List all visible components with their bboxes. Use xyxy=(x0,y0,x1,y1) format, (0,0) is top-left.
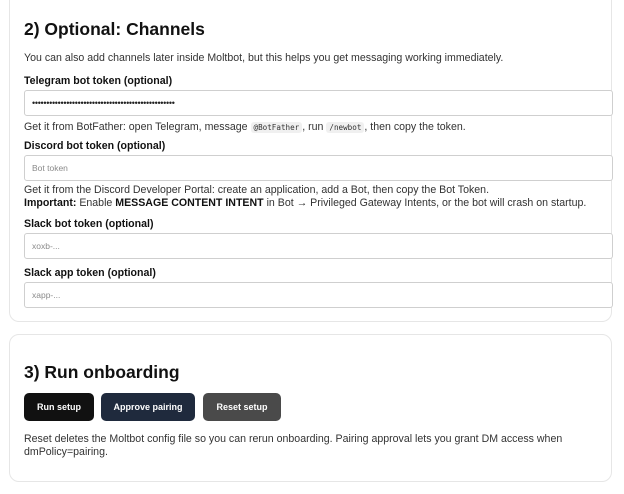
discord-token-input[interactable] xyxy=(24,155,613,181)
telegram-help-suffix: , then copy the token. xyxy=(364,121,466,133)
channels-heading: 2) Optional: Channels xyxy=(24,19,205,39)
channels-description: You can also add channels later inside M… xyxy=(24,52,504,64)
important-label: Important: xyxy=(24,197,77,209)
telegram-help-mid: , run xyxy=(302,121,324,133)
onboarding-heading: 3) Run onboarding xyxy=(24,362,180,382)
telegram-token-label: Telegram bot token (optional) xyxy=(24,75,173,87)
onboarding-card: 3) Run onboarding Run setup Approve pair… xyxy=(9,334,612,482)
discord-help: Get it from the Discord Developer Portal… xyxy=(24,184,490,196)
slack-bot-token-input[interactable] xyxy=(24,233,613,259)
botfather-code: @BotFather xyxy=(250,122,303,133)
onboarding-note: Reset deletes the Moltbot config file so… xyxy=(24,433,563,458)
newbot-code: /newbot xyxy=(326,122,365,133)
important-post: in Bot → Privileged Gateway Intents, or … xyxy=(266,197,587,209)
telegram-token-input[interactable] xyxy=(24,90,613,116)
slack-app-token-input[interactable] xyxy=(24,282,613,308)
reset-setup-button[interactable]: Reset setup xyxy=(203,393,281,421)
message-content-intent: MESSAGE CONTENT INTENT xyxy=(115,197,264,209)
channels-card: 2) Optional: Channels You can also add c… xyxy=(9,0,613,322)
telegram-help: Get it from BotFather: open Telegram, me… xyxy=(24,121,466,133)
slack-bot-token-label: Slack bot token (optional) xyxy=(24,218,154,230)
telegram-help-prefix: Get it from BotFather: open Telegram, me… xyxy=(24,121,248,133)
discord-important-note: Important: Enable MESSAGE CONTENT INTENT… xyxy=(24,197,586,209)
approve-pairing-button[interactable]: Approve pairing xyxy=(101,393,195,421)
important-pre: Enable xyxy=(79,197,113,209)
slack-app-token-label: Slack app token (optional) xyxy=(24,267,156,279)
run-setup-button[interactable]: Run setup xyxy=(24,393,94,421)
discord-token-label: Discord bot token (optional) xyxy=(24,140,166,152)
